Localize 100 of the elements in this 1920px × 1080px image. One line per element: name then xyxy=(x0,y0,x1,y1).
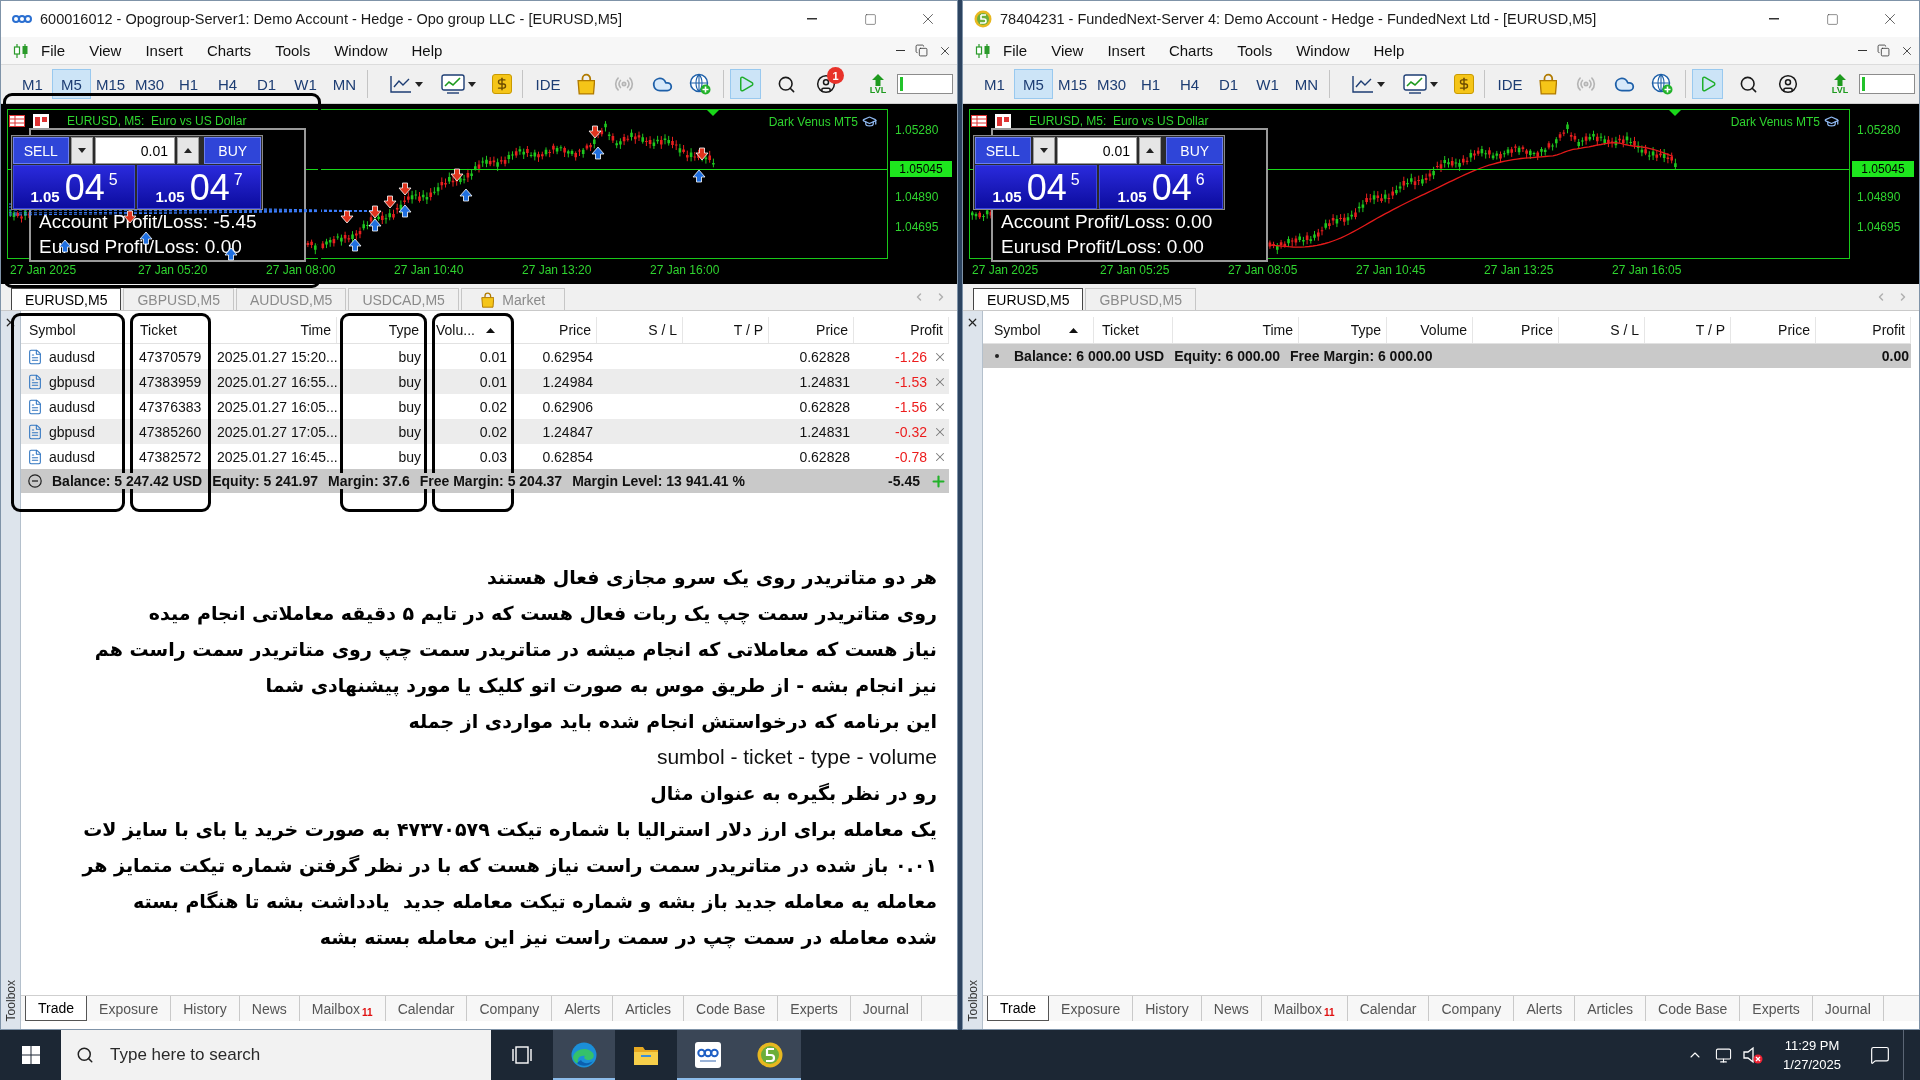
column-header[interactable]: Price xyxy=(1731,317,1816,343)
table-row[interactable]: gbpusd 47383959 2025.01.27 16:55... buy 0.01 1.24984 1.24831 -1.53 xyxy=(21,369,949,394)
column-header[interactable]: Price xyxy=(1473,317,1559,343)
column-header[interactable]: Profit xyxy=(854,317,949,343)
lot-down-button[interactable] xyxy=(1032,137,1055,164)
taskbar-app-button[interactable] xyxy=(677,1030,739,1080)
timeframe-button[interactable]: MN xyxy=(325,69,364,99)
panel-tab[interactable]: Trade xyxy=(25,996,88,1021)
panel-tab[interactable]: News xyxy=(239,996,300,1021)
panel-tab[interactable]: Experts xyxy=(778,996,851,1021)
column-header[interactable]: Volu... xyxy=(425,317,511,343)
timeframe-button[interactable]: D1 xyxy=(247,69,286,99)
timeframe-button[interactable]: M1 xyxy=(13,69,52,99)
account-button[interactable]: 1 xyxy=(811,69,841,99)
panel-tab[interactable]: Journal xyxy=(1812,996,1884,1021)
restore-icon[interactable] xyxy=(915,44,928,57)
column-header[interactable]: Type xyxy=(337,317,425,343)
column-header[interactable]: Symbol xyxy=(983,317,1094,343)
panel-tab[interactable]: Alerts xyxy=(552,996,614,1021)
column-header[interactable]: Ticket xyxy=(132,317,211,343)
timeframe-button[interactable]: W1 xyxy=(286,69,325,99)
menu-item[interactable]: Window xyxy=(1284,38,1362,63)
menu-item[interactable]: Tools xyxy=(263,38,323,63)
lot-up-button[interactable] xyxy=(177,137,200,164)
column-header[interactable]: S / L xyxy=(597,317,683,343)
panel-tab[interactable]: Journal xyxy=(850,996,922,1021)
sell-button[interactable]: SELL xyxy=(975,137,1031,164)
panel-tab[interactable]: Code Base xyxy=(684,996,779,1021)
panel-tab[interactable]: Articles xyxy=(613,996,685,1021)
timeframe-button[interactable]: M15 xyxy=(91,69,130,99)
timeframe-button[interactable]: M30 xyxy=(1092,69,1131,99)
column-header[interactable]: T / P xyxy=(1645,317,1731,343)
menu-item[interactable]: Charts xyxy=(1156,38,1226,63)
taskbar-app-button[interactable] xyxy=(739,1030,801,1080)
ide-button[interactable]: IDE xyxy=(1495,69,1525,99)
column-header[interactable]: Price xyxy=(511,317,597,343)
panel-tab[interactable]: Code Base xyxy=(1646,996,1741,1021)
timeframe-button[interactable]: D1 xyxy=(1209,69,1248,99)
grid-table-icon xyxy=(971,115,987,127)
menu-item[interactable]: Help xyxy=(399,38,455,63)
timeframe-button[interactable]: M5 xyxy=(1014,69,1053,99)
menu-item[interactable]: Charts xyxy=(194,38,264,63)
menu-item[interactable]: View xyxy=(1039,38,1096,63)
ide-button[interactable]: IDE xyxy=(533,69,563,99)
menu-item[interactable]: Insert xyxy=(133,38,195,63)
panel-tab[interactable]: Experts xyxy=(1740,996,1813,1021)
column-header[interactable]: Time xyxy=(1173,317,1299,343)
column-header[interactable]: Profit xyxy=(1816,317,1911,343)
chart-tab[interactable]: EURUSD,M5 xyxy=(973,288,1084,310)
panel-tab[interactable]: Alerts xyxy=(1514,996,1576,1021)
panel-tab[interactable]: History xyxy=(171,996,240,1021)
panel-tab[interactable]: Exposure xyxy=(87,996,172,1021)
panel-tab[interactable]: Calendar xyxy=(385,996,468,1021)
lot-down-button[interactable] xyxy=(70,137,93,164)
menu-item[interactable]: Tools xyxy=(1225,38,1285,63)
buy-button[interactable]: BUY xyxy=(1166,137,1223,164)
panel-tab[interactable]: Trade xyxy=(987,996,1050,1021)
timeframe-button[interactable]: M1 xyxy=(975,69,1014,99)
close-button[interactable] xyxy=(966,316,979,329)
menu-item[interactable]: Window xyxy=(322,38,400,63)
table-row[interactable]: gbpusd 47385260 2025.01.27 17:05... buy 0.02 1.24847 1.24831 -0.32 xyxy=(21,419,949,444)
restore-icon[interactable] xyxy=(1877,44,1890,57)
menu-item[interactable]: View xyxy=(77,38,134,63)
column-header[interactable]: Time xyxy=(211,317,337,343)
column-header[interactable]: Symbol xyxy=(21,317,132,343)
column-header[interactable]: Volume xyxy=(1387,317,1473,343)
lot-field[interactable]: 0.01 xyxy=(95,137,175,164)
column-header[interactable]: Price xyxy=(769,317,854,343)
panel-tab[interactable]: Company xyxy=(467,996,553,1021)
lot-up-button[interactable] xyxy=(1139,137,1162,164)
panel-tab[interactable]: Exposure xyxy=(1049,996,1134,1021)
menu-item[interactable]: File xyxy=(29,38,78,63)
search-field[interactable]: Type here to search xyxy=(61,1030,491,1080)
menu-item[interactable]: File xyxy=(991,38,1040,63)
timeframe-button[interactable]: M15 xyxy=(1053,69,1092,99)
timeframe-button[interactable]: W1 xyxy=(1248,69,1287,99)
taskbar-app-button[interactable] xyxy=(553,1030,615,1080)
minimize-icon[interactable] xyxy=(1858,49,1867,52)
chart-tab[interactable]: EURUSD,M5 xyxy=(11,288,122,310)
timeframe-button[interactable]: H1 xyxy=(169,69,208,99)
timeframe-button[interactable]: MN xyxy=(1287,69,1326,99)
menu-item[interactable]: Help xyxy=(1361,38,1417,63)
panel-tab[interactable]: Articles xyxy=(1575,996,1647,1021)
timeframe-button[interactable]: H4 xyxy=(208,69,247,99)
panel-tab[interactable]: Calendar xyxy=(1347,996,1430,1021)
column-header[interactable]: Ticket xyxy=(1094,317,1173,343)
column-header[interactable]: S / L xyxy=(1559,317,1645,343)
buy-button[interactable]: BUY xyxy=(204,137,261,164)
column-header[interactable]: Type xyxy=(1299,317,1387,343)
menu-item[interactable]: Insert xyxy=(1095,38,1157,63)
panel-tab[interactable]: History xyxy=(1133,996,1202,1021)
sell-button[interactable]: SELL xyxy=(13,137,69,164)
panel-tab[interactable]: News xyxy=(1201,996,1262,1021)
timeframe-button[interactable]: H1 xyxy=(1131,69,1170,99)
timeframe-button[interactable]: M30 xyxy=(130,69,169,99)
lot-field[interactable]: 0.01 xyxy=(1057,137,1137,164)
minimize-icon[interactable] xyxy=(896,49,905,52)
column-header[interactable]: T / P xyxy=(683,317,769,343)
timeframe-button[interactable]: H4 xyxy=(1170,69,1209,99)
panel-tab[interactable]: Company xyxy=(1429,996,1515,1021)
